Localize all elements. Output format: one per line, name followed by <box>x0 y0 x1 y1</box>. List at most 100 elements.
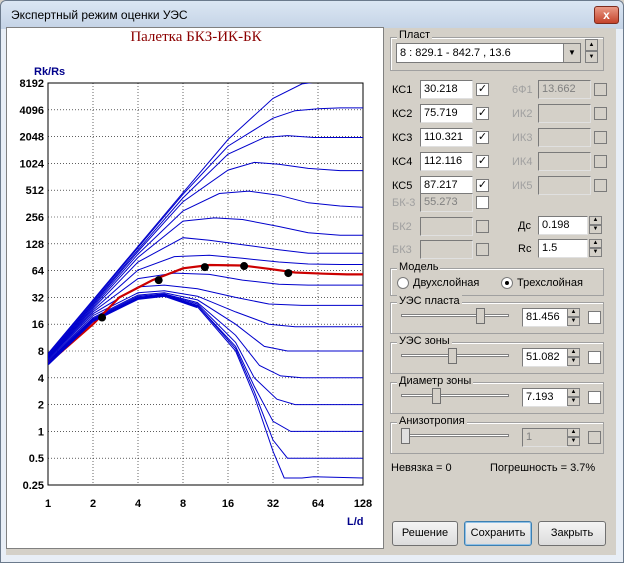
ik2-label: ИК2 <box>512 108 533 120</box>
bk3-field: 55.273 <box>420 193 473 212</box>
aniz-checkbox <box>588 431 601 444</box>
ik5-checkbox <box>594 179 607 192</box>
chevron-down-icon[interactable]: ▼ <box>563 44 580 62</box>
ks3-label: КС3 <box>392 132 413 144</box>
ik5-field <box>538 176 591 195</box>
spin-down-icon[interactable]: ▼ <box>589 225 602 234</box>
dz-slider-track[interactable] <box>401 394 509 397</box>
dc-input[interactable]: 0.198 <box>538 216 588 235</box>
ks2-checkbox[interactable]: ✓ <box>476 107 489 120</box>
spin-up-icon[interactable]: ▲ <box>589 239 602 248</box>
ks2-input[interactable]: 75.719 <box>420 104 473 123</box>
uesz-input[interactable]: 51.082 <box>522 348 568 367</box>
y-tick-label: 2 <box>38 400 44 412</box>
ik3-label: ИК3 <box>512 132 533 144</box>
rc-label: Rc <box>518 243 532 255</box>
close-button[interactable]: Закрыть <box>538 521 606 546</box>
window-title: Экспертный режим оценки УЭС <box>11 8 188 22</box>
model-opt1-label[interactable]: Двухслойная <box>413 277 479 289</box>
save-button[interactable]: Сохранить <box>464 521 532 546</box>
pogreshnost-text: Погрешность = 3.7% <box>490 462 596 474</box>
dz-slider-thumb[interactable] <box>432 388 441 404</box>
spin-up-icon[interactable]: ▲ <box>567 308 580 317</box>
spin-up-icon[interactable]: ▲ <box>589 216 602 225</box>
model-radio-three-layer[interactable] <box>501 277 513 289</box>
rc-input[interactable]: 1.5 <box>538 239 588 258</box>
y-tick-label: 2048 <box>20 132 44 144</box>
spin-down-icon[interactable]: ▼ <box>589 248 602 257</box>
uesz-spinner[interactable]: ▲ ▼ <box>567 348 580 367</box>
uesp-input[interactable]: 81.456 <box>522 308 568 327</box>
ks5-checkbox[interactable]: ✓ <box>476 179 489 192</box>
ks4-checkbox[interactable]: ✓ <box>476 155 489 168</box>
ik1-field: 13.662 <box>538 80 591 99</box>
data-point-3[interactable] <box>200 263 209 272</box>
bk3-checkbox[interactable] <box>476 196 489 209</box>
radio-dot <box>505 281 509 285</box>
x-axis-label: L/d <box>347 516 364 528</box>
dz-spinner[interactable]: ▲ ▼ <box>567 388 580 407</box>
y-axis-label: Rk/Rs <box>34 66 65 78</box>
y-tick-label: 512 <box>26 185 44 197</box>
data-point-1[interactable] <box>98 313 107 322</box>
ik2-checkbox <box>594 107 607 120</box>
aniz-slider-track[interactable] <box>401 434 509 437</box>
plast-spinner[interactable]: ▲ ▼ <box>585 39 598 65</box>
ks4-label: КС4 <box>392 156 413 168</box>
model-label: Модель <box>397 261 441 273</box>
uesz-checkbox[interactable] <box>588 351 601 364</box>
x-tick-label: 4 <box>135 498 142 510</box>
chart-svg: 1 2 4 8 16 32 64 128819240962048102451225612864… <box>20 66 373 528</box>
y-tick-label: 8 <box>38 346 44 358</box>
uesp-spinner[interactable]: ▲ ▼ <box>567 308 580 327</box>
y-tick-label: 32 <box>32 292 44 304</box>
ik4-label: ИК4 <box>512 156 533 168</box>
spin-down-icon[interactable]: ▼ <box>567 397 580 406</box>
close-window-button[interactable]: x <box>594 6 619 24</box>
ik4-field <box>538 152 591 171</box>
spin-down-icon[interactable]: ▼ <box>567 357 580 366</box>
spin-down-icon[interactable]: ▼ <box>567 317 580 326</box>
uesp-checkbox[interactable] <box>588 311 601 324</box>
dc-spinner[interactable]: ▲ ▼ <box>589 216 602 235</box>
solve-button[interactable]: Решение <box>392 521 458 546</box>
y-tick-label: 256 <box>26 212 44 224</box>
uesz-slider-thumb[interactable] <box>448 348 457 364</box>
rc-spinner[interactable]: ▲ ▼ <box>589 239 602 258</box>
bk2-label: БК2 <box>392 221 412 233</box>
uesz-label: УЭС зоны <box>397 335 452 347</box>
uesp-slider-thumb[interactable] <box>476 308 485 324</box>
data-point-5[interactable] <box>284 269 293 278</box>
plast-select-value: 8 : 829.1 - 842.7 , 13.6 <box>400 47 511 59</box>
dz-checkbox[interactable] <box>588 391 601 404</box>
data-point-4[interactable] <box>240 262 249 271</box>
dz-input[interactable]: 7.193 <box>522 388 568 407</box>
spin-up-icon[interactable]: ▲ <box>585 39 598 51</box>
data-point-2[interactable] <box>154 276 163 285</box>
aniz-slider-thumb[interactable] <box>401 428 410 444</box>
ks4-input[interactable]: 112.116 <box>420 152 473 171</box>
model-opt2-label[interactable]: Трехслойная <box>517 277 583 289</box>
aniz-input: 1 <box>522 428 568 447</box>
ks3-checkbox[interactable]: ✓ <box>476 131 489 144</box>
dc-label: Дс <box>518 220 531 232</box>
spin-up-icon[interactable]: ▲ <box>567 348 580 357</box>
spin-down-icon[interactable]: ▼ <box>585 51 598 63</box>
ks1-checkbox[interactable]: ✓ <box>476 83 489 96</box>
aniz-spinner: ▲ ▼ <box>567 428 580 447</box>
uesp-slider-track[interactable] <box>401 314 509 317</box>
x-tick-label: 8 <box>180 498 186 510</box>
model-radio-two-layer[interactable] <box>397 277 409 289</box>
nevyazka-text: Невязка = 0 <box>391 462 452 474</box>
ik1-checkbox <box>594 83 607 96</box>
spin-up-icon[interactable]: ▲ <box>567 388 580 397</box>
plast-select[interactable]: 8 : 829.1 - 842.7 , 13.6 ▼ <box>396 43 581 63</box>
ks1-input[interactable]: 30.218 <box>420 80 473 99</box>
plot-area <box>47 82 364 486</box>
bk3b-label: БК3 <box>392 244 412 256</box>
ks3-input[interactable]: 110.321 <box>420 128 473 147</box>
title-bar[interactable]: Экспертный режим оценки УЭС x <box>1 1 623 29</box>
ks2-label: КС2 <box>392 108 413 120</box>
ik3-checkbox <box>594 131 607 144</box>
x-tick-label: 128 <box>354 498 372 510</box>
